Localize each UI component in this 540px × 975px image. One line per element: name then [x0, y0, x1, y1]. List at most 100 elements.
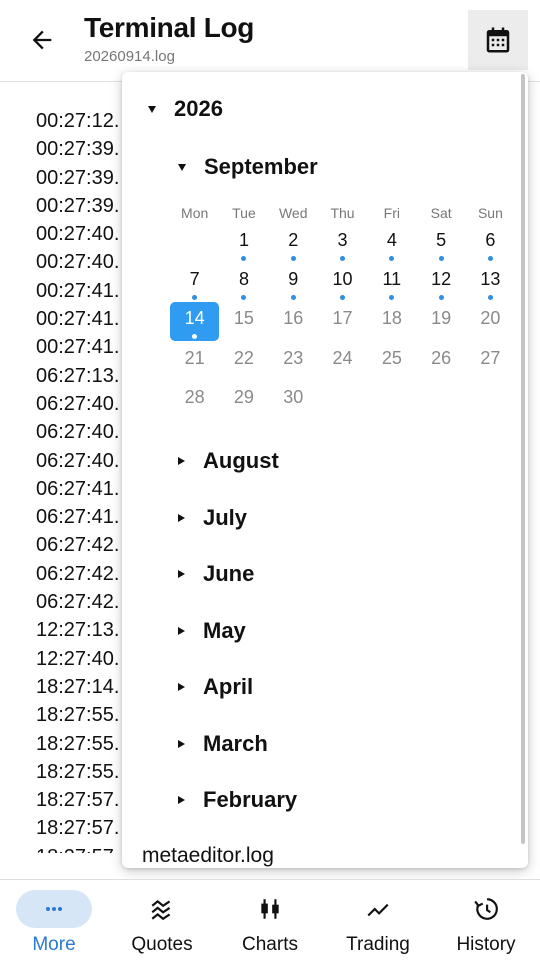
month-label: June — [203, 561, 255, 586]
day-number: 7 — [189, 269, 200, 290]
day-number: 17 — [332, 308, 353, 329]
log-line[interactable]: 06:27:40. — [36, 418, 126, 446]
log-line[interactable]: 18:27:55. — [36, 758, 126, 786]
month-group-september[interactable]: September — [178, 152, 318, 182]
nav-history[interactable]: History — [432, 880, 540, 975]
calendar-day: 15 — [219, 302, 268, 341]
scrollbar[interactable] — [521, 74, 525, 844]
calendar-button[interactable] — [468, 10, 528, 70]
log-line[interactable]: 00:27:39. — [36, 192, 126, 220]
day-number: 18 — [381, 308, 402, 329]
day-number: 23 — [283, 347, 304, 368]
calendar-day: 27 — [466, 342, 515, 381]
calendar-day[interactable]: 3 — [318, 224, 367, 263]
log-line[interactable]: 06:27:42. — [36, 531, 126, 559]
log-line[interactable]: 00:27:40. — [36, 248, 126, 276]
log-calendar-dropdown: 2026 September Mon Tue Wed Thu Fri Sat Sun 123… — [122, 72, 528, 868]
log-line[interactable]: 06:27:42. — [36, 560, 126, 588]
month-group-april[interactable]: April — [178, 672, 253, 702]
month-label: July — [203, 504, 248, 530]
log-line[interactable]: 06:27:40. — [36, 447, 126, 475]
back-button[interactable] — [22, 20, 62, 60]
calendar-day: 24 — [318, 342, 367, 381]
log-line[interactable]: 18:27:55. — [36, 701, 126, 729]
month-group-february[interactable]: February — [178, 785, 297, 815]
month-group-august[interactable]: August — [178, 446, 279, 476]
log-line[interactable]: 00:27:40. — [36, 220, 126, 248]
calendar-day[interactable]: 5 — [416, 224, 465, 263]
log-line[interactable]: 00:27:39. — [36, 164, 126, 192]
has-log-dot-icon — [192, 295, 198, 301]
has-log-dot-icon — [340, 256, 346, 261]
nav-more[interactable]: More — [0, 880, 108, 975]
log-line[interactable]: 18:27:57. — [36, 786, 126, 814]
trend-line-icon — [340, 890, 416, 928]
day-number: 29 — [233, 386, 254, 407]
calendar-icon — [486, 27, 510, 53]
calendar-day[interactable]: 2 — [269, 224, 318, 263]
file-item-metaeditor[interactable]: metaeditor.log — [142, 844, 274, 868]
calendar-day[interactable]: 12 — [416, 263, 465, 302]
calendar-day[interactable]: 8 — [219, 263, 268, 302]
day-number: 30 — [283, 386, 304, 407]
day-number: 25 — [381, 347, 402, 368]
nav-charts[interactable]: Charts — [216, 880, 324, 975]
nav-label: Trading — [346, 934, 410, 955]
log-line[interactable]: 12:27:40. — [36, 645, 126, 673]
has-log-dot-icon — [241, 295, 247, 301]
nav-label: Quotes — [131, 934, 193, 955]
nav-trading[interactable]: Trading — [324, 880, 432, 975]
log-list[interactable]: 00:27:12. 00:27:39. 00:27:39. 00:27:39. 00:2… — [36, 107, 126, 853]
selected-day[interactable]: 14 — [170, 302, 219, 342]
calendar-day: 18 — [367, 302, 416, 341]
calendar-day[interactable]: 9 — [269, 263, 318, 302]
month-group-march[interactable]: March — [178, 729, 268, 759]
collapsed-triangle-icon — [178, 457, 185, 465]
day-number: 27 — [480, 347, 501, 368]
candlestick-icon — [232, 890, 308, 928]
calendar-day[interactable]: 13 — [466, 263, 515, 302]
month-label: August — [203, 448, 279, 473]
log-line[interactable]: 06:27:13. — [36, 362, 126, 390]
nav-quotes[interactable]: Quotes — [108, 880, 216, 975]
log-line[interactable]: 00:27:39. — [36, 135, 126, 163]
expanded-triangle-icon — [178, 163, 186, 171]
day-number: 24 — [332, 347, 353, 368]
log-line[interactable]: 18:27:55. — [36, 730, 126, 758]
month-group-june[interactable]: June — [178, 559, 254, 589]
log-line[interactable]: 06:27:41. — [36, 475, 126, 503]
calendar-day[interactable]: 1 — [219, 224, 268, 263]
calendar-day: 16 — [269, 302, 318, 341]
day-number: 12 — [431, 269, 452, 290]
has-log-dot-icon — [487, 256, 493, 261]
more-dots-icon — [16, 890, 92, 928]
log-line[interactable]: 06:27:42. — [36, 588, 126, 616]
year-group-2026[interactable]: 2026 — [148, 94, 223, 124]
day-number: 11 — [382, 269, 402, 290]
calendar-day[interactable]: 11 — [367, 263, 416, 302]
calendar-day: 30 — [269, 381, 318, 420]
log-line[interactable]: 00:27:41. — [36, 305, 126, 333]
log-line[interactable]: 18:27:57. — [36, 814, 126, 842]
log-line[interactable]: 00:27:41. — [36, 277, 126, 305]
log-line[interactable]: 00:27:12. — [36, 107, 126, 135]
weekday-label: Thu — [330, 205, 355, 221]
nav-label: History — [456, 934, 516, 955]
log-line[interactable]: 12:27:13. — [36, 616, 126, 644]
log-line[interactable]: 06:27:41. — [36, 503, 126, 531]
quotes-icon — [124, 890, 200, 928]
calendar-day[interactable]: 4 — [367, 224, 416, 263]
calendar-day: 28 — [170, 381, 219, 420]
month-group-july[interactable]: July — [178, 503, 247, 533]
calendar-day[interactable]: 7 — [170, 263, 219, 302]
expanded-triangle-icon — [148, 105, 156, 113]
log-line[interactable]: 18:27:14. — [36, 673, 126, 701]
day-number: 10 — [332, 269, 353, 290]
month-group-may[interactable]: May — [178, 616, 246, 646]
calendar-day[interactable]: 10 — [318, 263, 367, 302]
log-line[interactable]: 18:27:57. — [36, 843, 126, 853]
log-line[interactable]: 00:27:41. — [36, 333, 126, 361]
calendar-day[interactable]: 6 — [466, 224, 515, 263]
log-line[interactable]: 06:27:40. — [36, 390, 126, 418]
weekday-label: Sat — [430, 205, 452, 221]
